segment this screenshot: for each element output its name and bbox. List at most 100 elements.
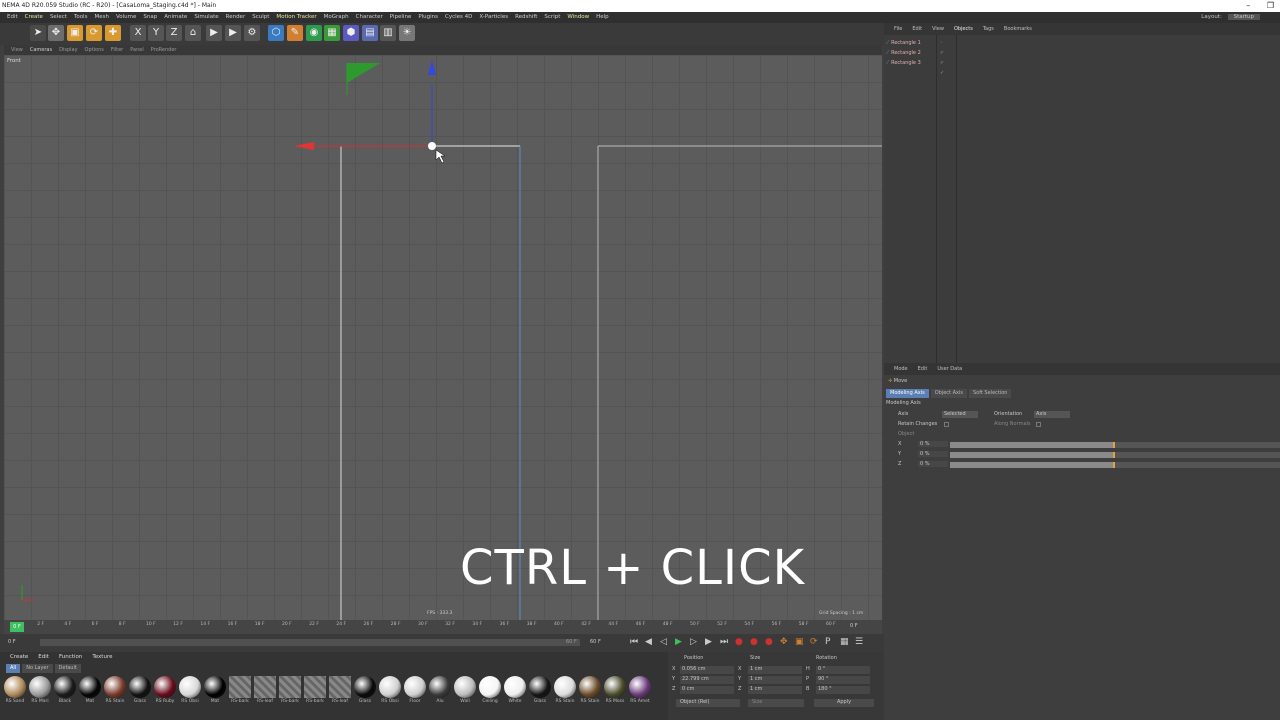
material-swatch[interactable] xyxy=(504,676,526,698)
coord-position-field[interactable]: 0.056 cm xyxy=(680,666,734,674)
menu-simulate[interactable]: Simulate xyxy=(194,14,218,20)
coord-system-icon[interactable]: ⌂ xyxy=(185,25,201,41)
material-swatch[interactable] xyxy=(79,676,101,698)
maximize-button[interactable]: ❐ xyxy=(1267,1,1274,10)
material-swatch[interactable] xyxy=(629,676,651,698)
coord-position-field[interactable]: 22.799 cm xyxy=(680,676,734,684)
object-menu-view[interactable]: View xyxy=(932,26,944,32)
viewport-menu-display[interactable]: Display xyxy=(59,47,77,53)
cube-icon[interactable]: ⬡ xyxy=(268,25,284,41)
array-icon[interactable]: ▦ xyxy=(324,25,340,41)
menu-redshift[interactable]: Redshift xyxy=(515,14,537,20)
material-menu-texture[interactable]: Texture xyxy=(92,654,112,660)
material-swatch[interactable] xyxy=(29,676,51,698)
material-swatch[interactable] xyxy=(454,676,476,698)
menu-character[interactable]: Character xyxy=(356,14,383,20)
render-settings-icon[interactable]: ⚙ xyxy=(244,25,260,41)
material-menu-function[interactable]: Function xyxy=(59,654,82,660)
viewport-menu-view[interactable]: View xyxy=(11,47,23,53)
scene-icon[interactable]: ▤ xyxy=(362,25,378,41)
param-key-icon[interactable]: P xyxy=(825,637,830,647)
viewport-menu-prorender[interactable]: ProRender xyxy=(151,47,177,53)
next-key-icon[interactable]: ▶ xyxy=(705,637,712,647)
select-arrow-icon[interactable]: ➤ xyxy=(30,25,46,41)
play-icon[interactable]: ▶ xyxy=(675,637,682,647)
tab-modeling-axis[interactable]: Modeling Axis xyxy=(886,389,929,398)
visibility-flags-icon[interactable]: ◦ ✓ xyxy=(940,58,944,78)
along-normals-checkbox[interactable] xyxy=(1036,422,1041,427)
tab-soft-selection[interactable]: Soft Selection xyxy=(968,389,1012,398)
render-picture-icon[interactable]: ▶ xyxy=(225,25,241,41)
material-swatch[interactable] xyxy=(229,676,251,698)
menu-edit[interactable]: Edit xyxy=(7,14,18,20)
move-key-icon[interactable]: ✥ xyxy=(780,637,788,647)
deformer-icon[interactable]: ⬢ xyxy=(343,25,359,41)
slider-track[interactable] xyxy=(950,462,1280,468)
camera-icon[interactable]: ▥ xyxy=(380,25,396,41)
material-swatch[interactable] xyxy=(129,676,151,698)
object-menu-edit[interactable]: Edit xyxy=(912,26,922,32)
max-frame-field[interactable]: 60 F xyxy=(590,639,601,645)
autokey-icon[interactable]: ● xyxy=(750,637,758,647)
prev-key-icon[interactable]: ◀ xyxy=(645,637,652,647)
material-swatch[interactable] xyxy=(479,676,501,698)
pen-icon[interactable]: ✎ xyxy=(287,25,303,41)
move-icon[interactable]: ✥ xyxy=(48,25,64,41)
goto-end-icon[interactable]: ⏭ xyxy=(720,637,728,647)
material-swatch[interactable] xyxy=(179,676,201,698)
menu-volume[interactable]: Volume xyxy=(116,14,136,20)
attribute-menu-user-data[interactable]: User Data xyxy=(937,366,962,372)
start-frame-field[interactable]: 0 F xyxy=(8,639,16,645)
material-swatch[interactable] xyxy=(404,676,426,698)
timeline-playhead[interactable]: 0 F xyxy=(10,622,24,632)
material-swatch[interactable] xyxy=(54,676,76,698)
coord-rotation-field[interactable]: 180 ° xyxy=(816,686,870,694)
minimize-button[interactable]: – xyxy=(1246,1,1250,10)
material-swatch[interactable] xyxy=(579,676,601,698)
orientation-select[interactable]: Axis xyxy=(1034,411,1070,418)
rotate-icon[interactable]: ⟳ xyxy=(86,25,102,41)
menu-x-particles[interactable]: X-Particles xyxy=(479,14,508,20)
menu-animate[interactable]: Animate xyxy=(164,14,187,20)
object-menu-file[interactable]: File xyxy=(894,26,902,32)
viewport-menu-panel[interactable]: Panel xyxy=(130,47,144,53)
gizmo-center-handle[interactable] xyxy=(428,142,436,150)
slider-track[interactable] xyxy=(950,452,1280,458)
material-swatch[interactable] xyxy=(604,676,626,698)
size-mode-select[interactable]: Size xyxy=(748,699,804,707)
slider-value-field[interactable]: 0 % xyxy=(918,441,948,447)
material-swatch[interactable] xyxy=(379,676,401,698)
axis-select[interactable]: Selected xyxy=(942,411,978,418)
material-swatch[interactable] xyxy=(304,676,326,698)
viewport-menu-filter[interactable]: Filter xyxy=(111,47,123,53)
material-swatch[interactable] xyxy=(529,676,551,698)
x-arrow-icon[interactable] xyxy=(294,142,314,150)
material-swatch[interactable] xyxy=(204,676,226,698)
layout-select[interactable]: Startup xyxy=(1227,14,1260,20)
next-frame-icon[interactable]: ▷ xyxy=(690,637,697,647)
coord-size-field[interactable]: 1 cm xyxy=(748,686,802,694)
y-arrow-icon[interactable] xyxy=(428,60,436,75)
object-menu-tags[interactable]: Tags xyxy=(983,26,994,32)
material-swatch[interactable] xyxy=(254,676,276,698)
apply-button[interactable]: Apply xyxy=(814,699,874,707)
record-icon[interactable]: ● xyxy=(735,637,743,647)
keyframe-sel-icon[interactable]: ● xyxy=(765,637,773,647)
material-swatch[interactable] xyxy=(354,676,376,698)
scale-key-icon[interactable]: ▣ xyxy=(795,637,804,647)
menu-snap[interactable]: Snap xyxy=(143,14,157,20)
menu-mograph[interactable]: MoGraph xyxy=(324,14,349,20)
material-filter-all[interactable]: All xyxy=(6,664,21,673)
scale-icon[interactable]: ▣ xyxy=(67,25,83,41)
material-swatch[interactable] xyxy=(4,676,26,698)
attribute-menu-mode[interactable]: Mode xyxy=(894,366,908,372)
rotate-key-icon[interactable]: ⟳ xyxy=(810,637,818,647)
viewport-menu-cameras[interactable]: Cameras xyxy=(30,47,52,53)
menu-help[interactable]: Help xyxy=(596,14,609,20)
x-axis-icon[interactable]: X xyxy=(130,25,146,41)
menu-plugins[interactable]: Plugins xyxy=(418,14,438,20)
pla-key-icon[interactable]: ▦ xyxy=(840,637,849,647)
goto-start-icon[interactable]: ⏮ xyxy=(630,637,638,647)
menu-cycles-4d[interactable]: Cycles 4D xyxy=(445,14,472,20)
coord-size-field[interactable]: 1 cm xyxy=(748,676,802,684)
